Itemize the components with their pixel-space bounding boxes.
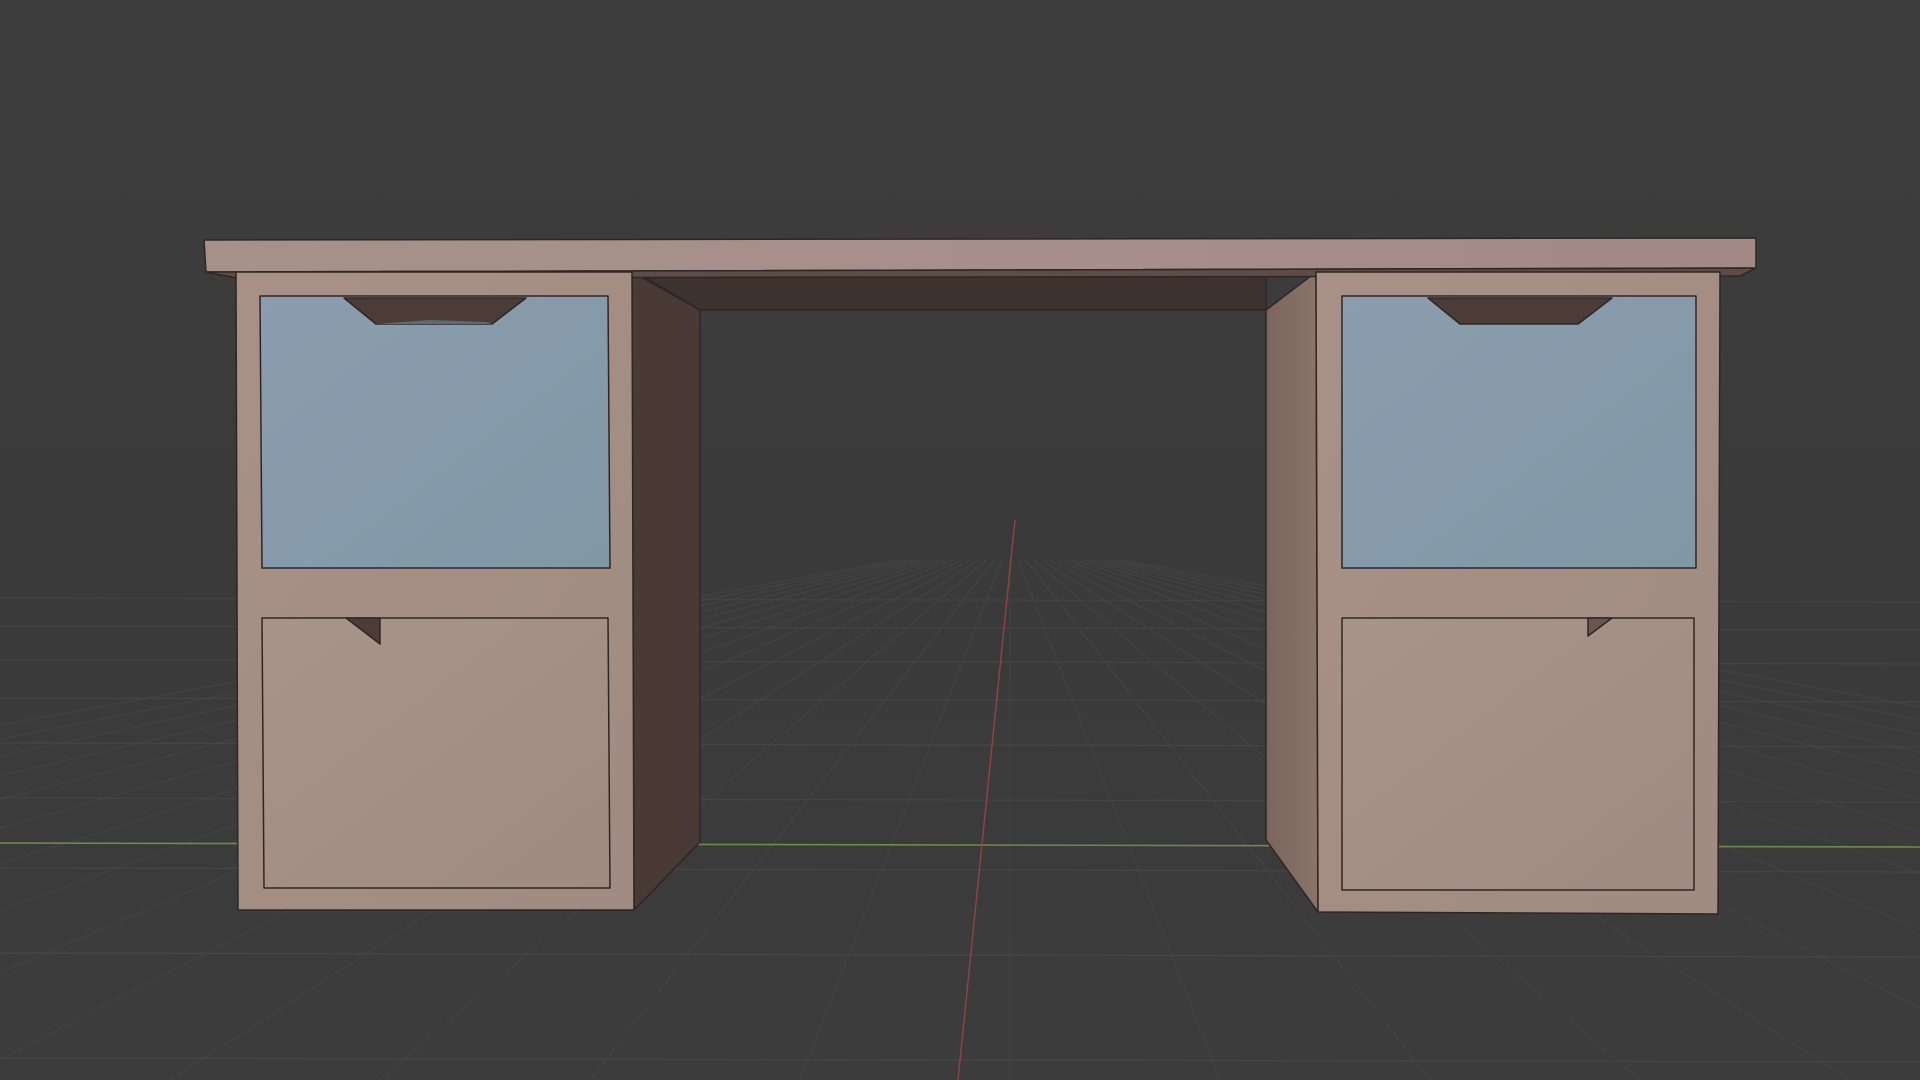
right-glass-panel: [1341, 295, 1697, 569]
right-glass-drawer[interactable]: [1341, 295, 1697, 569]
right-lower-drawer[interactable]: [1341, 617, 1695, 891]
left-glass-panel: [259, 295, 611, 569]
left-glass-drawer[interactable]: [259, 295, 611, 569]
3d-viewport[interactable]: [0, 0, 1920, 1080]
right-lower-drawer-panel: [1341, 617, 1695, 891]
desk-top: [203, 237, 1757, 273]
left-lower-drawer-panel: [261, 617, 611, 889]
right-cabinet-side: [1265, 271, 1319, 913]
left-lower-drawer[interactable]: [261, 617, 611, 889]
left-cabinet-side: [631, 271, 701, 911]
